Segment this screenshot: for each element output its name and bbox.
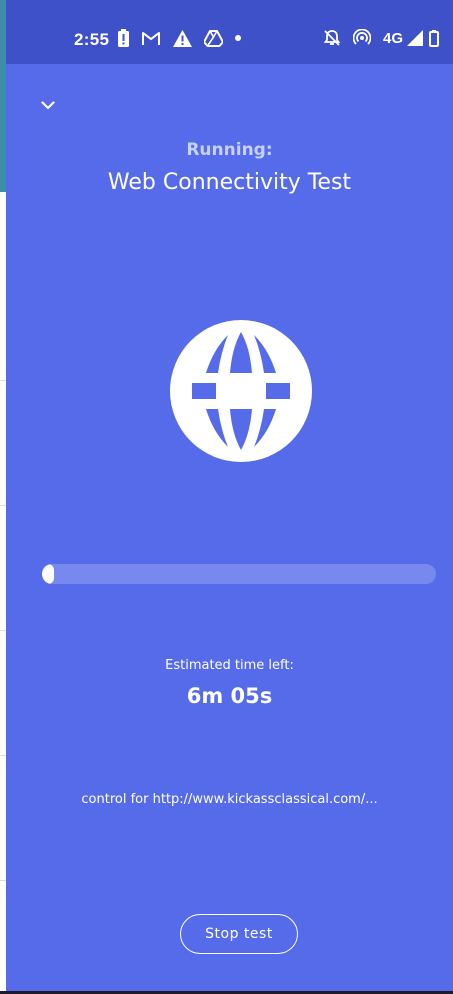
battery-icon	[429, 29, 439, 47]
status-bar: 2:55 4G	[6, 0, 453, 64]
notification-icons	[118, 27, 253, 49]
screen: 2:55 4G Running: Web Connectivity Test E…	[0, 0, 453, 994]
stop-test-button[interactable]: Stop test	[180, 914, 298, 954]
running-test-panel: Running: Web Connectivity Test Estimated	[6, 64, 453, 991]
test-name: Web Connectivity Test	[107, 170, 352, 195]
progress-bar	[42, 564, 436, 584]
eta-value: 6m 05s	[186, 684, 273, 708]
battery-alert-icon	[118, 29, 129, 47]
globe-icon	[170, 320, 312, 462]
current-measurement-log: control for http://www.kickassclassical.…	[81, 792, 378, 807]
hotspot-icon	[352, 29, 371, 47]
gmail-icon	[141, 30, 161, 46]
signal-icon	[407, 30, 423, 46]
eta-label: Estimated time left:	[165, 658, 294, 673]
warning-icon	[173, 29, 192, 47]
chevron-down-icon	[41, 100, 55, 109]
system-icons: 4G	[323, 27, 439, 49]
more-dot-icon	[235, 35, 241, 41]
collapse-button[interactable]	[34, 92, 62, 118]
drive-icon	[204, 29, 223, 47]
alarm-off-icon	[323, 29, 341, 47]
status-time: 2:55	[74, 30, 110, 49]
running-label: Running:	[186, 140, 273, 160]
network-type-label: 4G	[382, 29, 403, 47]
progress-fill	[42, 564, 54, 584]
